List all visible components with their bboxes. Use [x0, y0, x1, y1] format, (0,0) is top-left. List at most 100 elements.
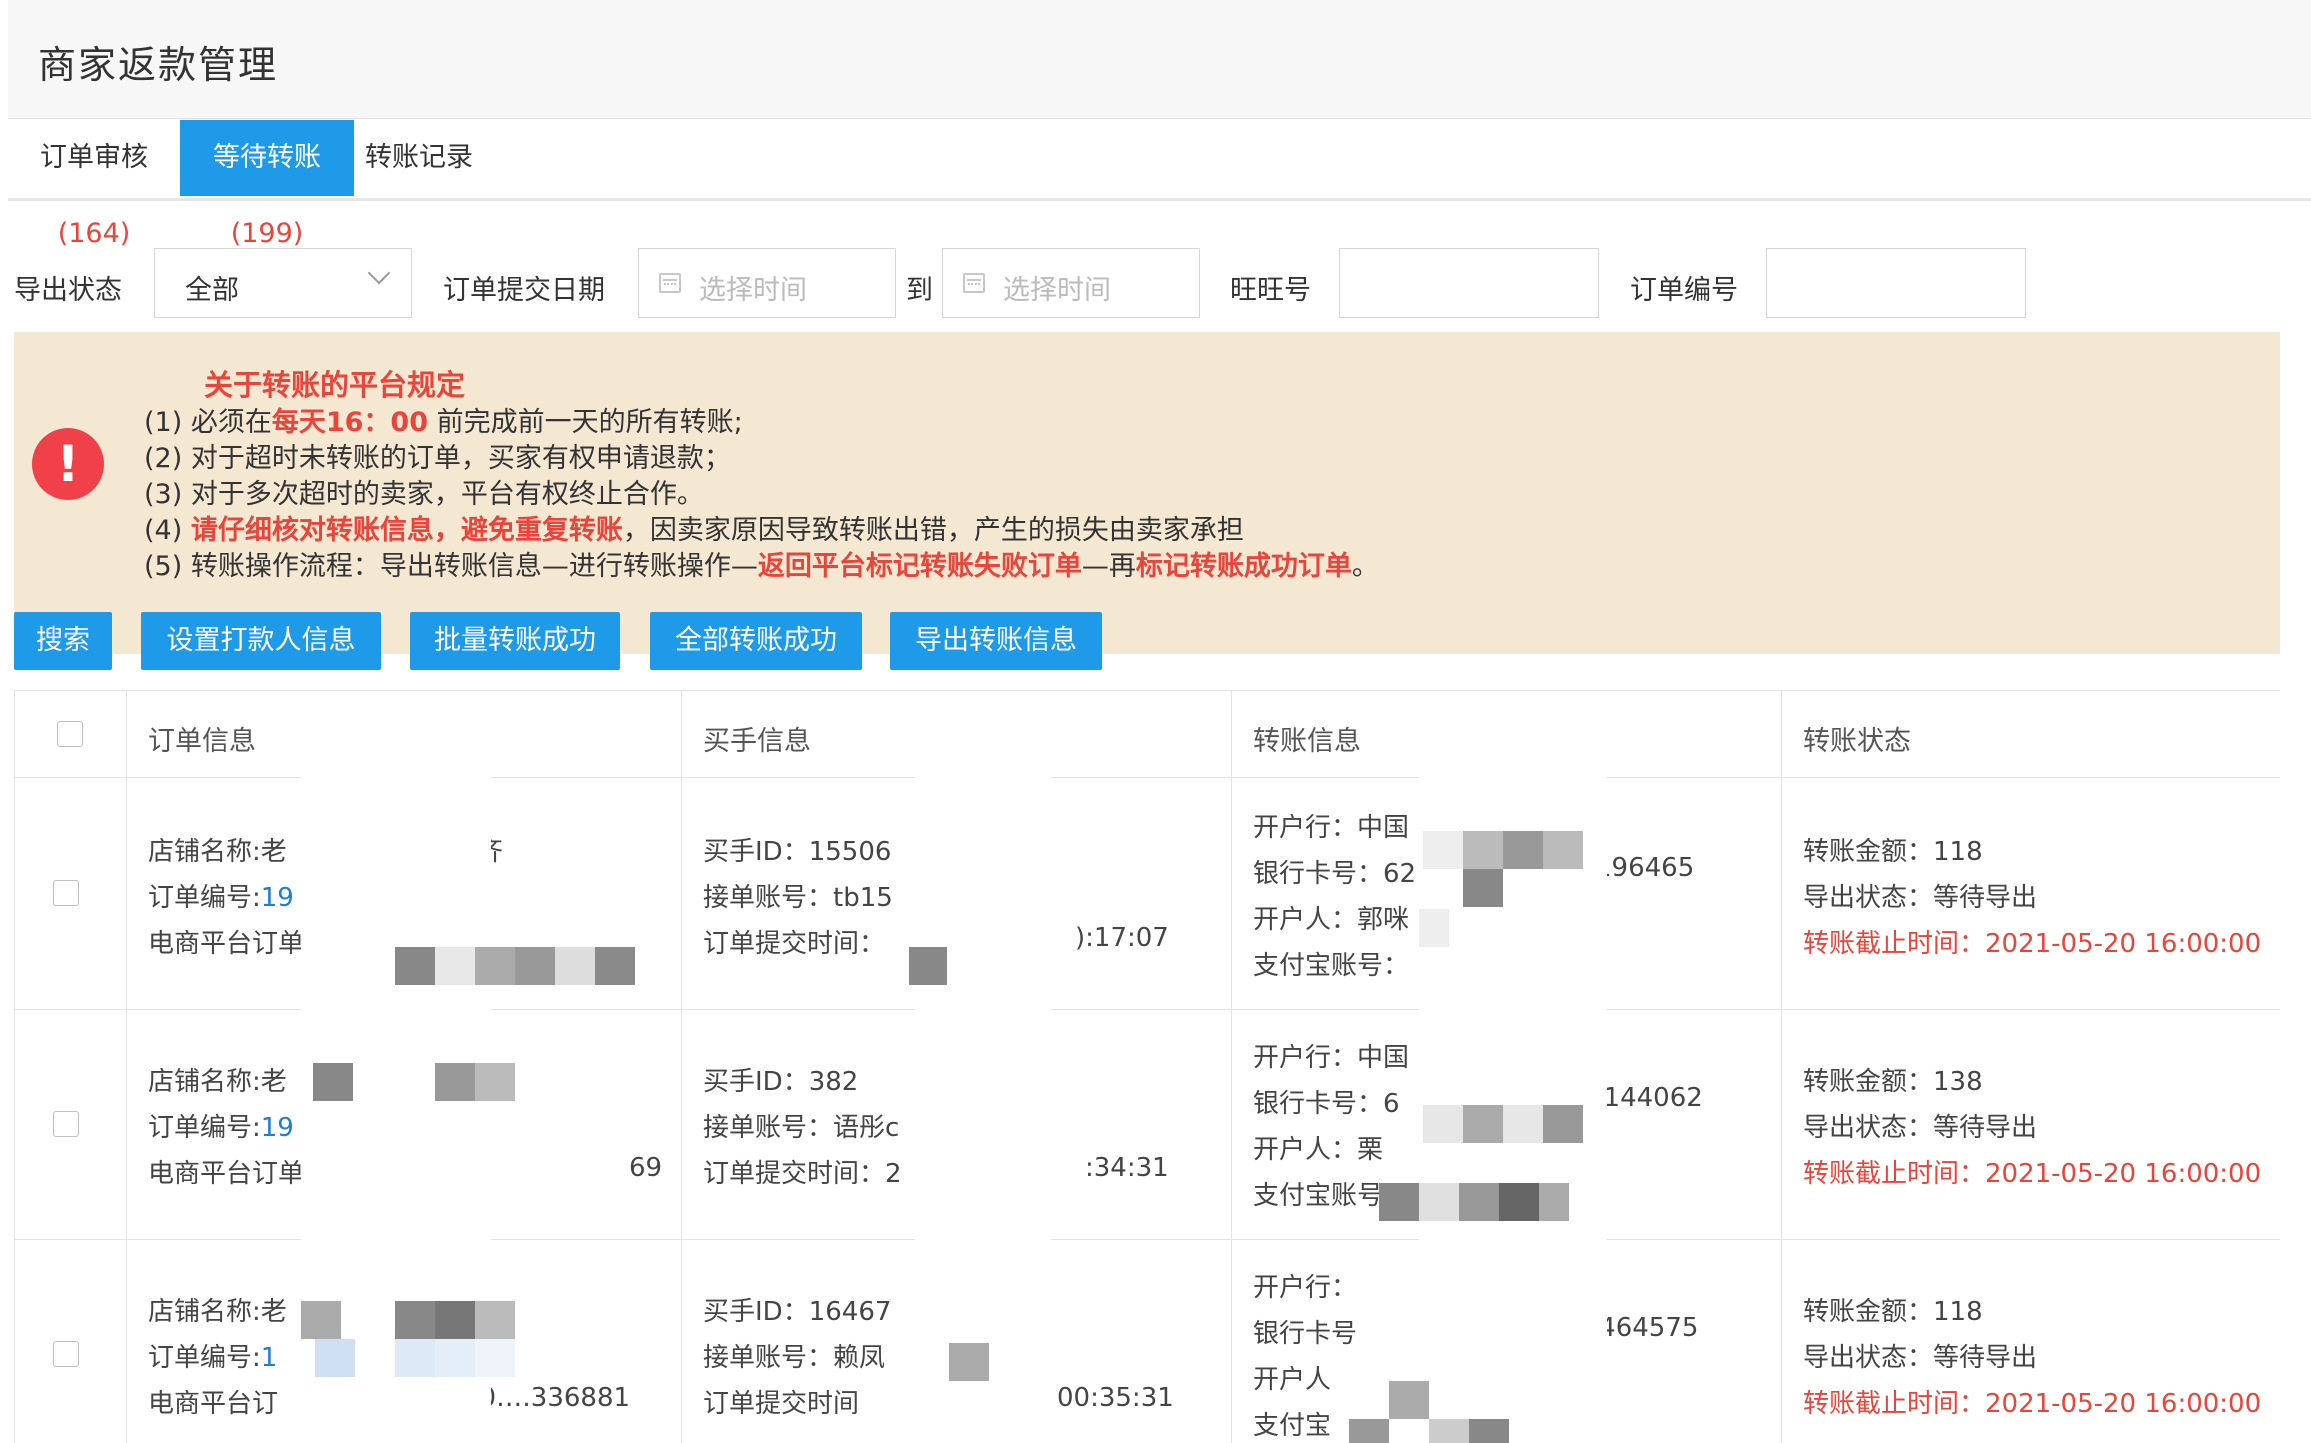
- set-payer-info-button[interactable]: 设置打款人信息: [141, 612, 381, 670]
- alipay-account: 支付宝账号：: [1253, 951, 1410, 981]
- submit-time: 订单提交时间：2: [703, 1159, 902, 1189]
- bank-name: 开户行：中国: [1253, 1043, 1410, 1073]
- submit-time: 订单提交时间: [703, 1389, 860, 1419]
- tab-label: 等待转账: [213, 142, 321, 173]
- pixel-block: [475, 1339, 515, 1377]
- pixel-block: [1429, 1419, 1469, 1443]
- transfer-deadline: 转账截止时间：2021-05-20 16:00:00: [1803, 929, 2262, 959]
- notice-rule-2: (2) 对于超时未转账的订单，买家有权申请退款；: [144, 443, 731, 474]
- pixel-block: [1349, 1419, 1389, 1443]
- notice-highlight: 每天16：00: [271, 407, 428, 438]
- order-no-link[interactable]: 1: [261, 1343, 278, 1373]
- pixel-block: [555, 947, 595, 985]
- pixel-block: [395, 1339, 435, 1377]
- shop-name: 店铺名称:老: [148, 1297, 287, 1327]
- pixel-block: [1423, 831, 1463, 869]
- pixel-block: [435, 1339, 475, 1377]
- pixel-block: [1459, 1183, 1499, 1221]
- notice-highlight: 返回平台标记转账失败订单: [757, 551, 1082, 582]
- header-transfer-status: 转账状态: [1803, 726, 1911, 757]
- all-transfer-success-button[interactable]: 全部转账成功: [650, 612, 862, 670]
- shop-name: 店铺名称:老: [148, 1067, 287, 1097]
- tab-transfer-records[interactable]: 转账记录: [354, 120, 484, 196]
- card-no: 银行卡号：6: [1253, 1089, 1400, 1119]
- select-all-checkbox[interactable]: [57, 721, 83, 747]
- header-buyer-info: 买手信息: [703, 726, 811, 757]
- pixel-block: [301, 1301, 341, 1339]
- exclamation-icon: !: [32, 428, 104, 500]
- submit-time-tail: ):17:07: [1075, 923, 1169, 953]
- calendar-icon: [659, 273, 681, 293]
- pixel-block: [1543, 1105, 1583, 1143]
- pixel-block: [1463, 831, 1503, 869]
- accept-account: 接单账号：tb15: [703, 883, 893, 913]
- pixel-block: [313, 1063, 353, 1101]
- chevron-down-icon: [367, 261, 391, 285]
- order-no-link[interactable]: 19: [261, 883, 294, 913]
- start-date-input[interactable]: 选择时间: [638, 248, 896, 318]
- start-date-placeholder: 选择时间: [699, 275, 807, 306]
- order-no-label: 订单编号: [1630, 275, 1738, 306]
- platform-order: 电商平台订: [148, 1389, 279, 1419]
- pixel-block: [1499, 1183, 1539, 1221]
- order-no-label: 订单编号:: [148, 1113, 261, 1143]
- row-checkbox[interactable]: [53, 1111, 79, 1137]
- pixel-block: [475, 947, 515, 985]
- row-checkbox[interactable]: [53, 880, 79, 906]
- transfer-amount: 转账金额：138: [1803, 1067, 1983, 1097]
- row-checkbox[interactable]: [53, 1341, 79, 1367]
- search-button[interactable]: 搜索: [14, 612, 112, 670]
- notice-text: 。: [1351, 551, 1379, 582]
- tab-awaiting-transfer[interactable]: 等待转账 (199): [180, 120, 354, 249]
- export-status: 导出状态：等待导出: [1803, 1113, 2038, 1143]
- order-no-input[interactable]: [1766, 248, 2026, 318]
- export-status-select[interactable]: 全部: [154, 248, 412, 318]
- batch-transfer-success-button[interactable]: 批量转账成功: [410, 612, 620, 670]
- pixel-block: [435, 947, 475, 985]
- notice-text: ，因卖家原因导致转账出错，产生的损失由卖家承担: [622, 515, 1244, 546]
- accept-account: 接单账号：语彤c: [703, 1113, 900, 1143]
- pending-transfer-table: 订单信息 买手信息 转账信息 转账状态 店铺名称:老 齐 订单编号:19 电商平…: [14, 690, 2280, 1443]
- end-date-placeholder: 选择时间: [1003, 275, 1111, 306]
- card-no-tail: 196465: [1595, 853, 1695, 883]
- pixel-block: [1469, 1419, 1509, 1443]
- platform-order-tail: 69: [629, 1153, 663, 1183]
- wangwang-input[interactable]: [1339, 248, 1599, 318]
- pixel-block: [435, 1301, 475, 1339]
- pixel-block: [475, 1301, 515, 1339]
- tab-count: (199): [230, 218, 304, 249]
- transfer-amount: 转账金额：118: [1803, 1297, 1983, 1327]
- notice-text: —再: [1081, 551, 1136, 582]
- account-holder: 开户人: [1253, 1365, 1332, 1395]
- export-transfer-info-button[interactable]: 导出转账信息: [890, 612, 1102, 670]
- buyer-id: 买手ID：16467: [703, 1297, 892, 1327]
- page-header: 商家返款管理: [8, 0, 2311, 119]
- card-no: 银行卡号：62: [1253, 859, 1417, 889]
- transfer-deadline: 转账截止时间：2021-05-20 16:00:00: [1803, 1159, 2262, 1189]
- pixel-block: [1463, 869, 1503, 907]
- notice-highlight: 请仔细核对转账信息，避免重复转账: [190, 515, 623, 546]
- pixel-block: [1419, 909, 1449, 947]
- transfer-rules-notice: ! 关于转账的平台规定 (1) 必须在每天16：00 前完成前一天的所有转账; …: [14, 332, 2280, 654]
- export-status-label: 导出状态: [14, 275, 122, 306]
- platform-order: 电商平台订单: [148, 929, 305, 959]
- tab-bar: 订单审核 (164) 等待转账 (199) 转账记录: [8, 118, 2311, 249]
- pixel-block: [1379, 1183, 1419, 1221]
- tab-count: (164): [57, 218, 131, 249]
- pixel-block: [1423, 1105, 1463, 1143]
- merchant-refund-page: 商家返款管理 订单审核(164) 等待转账(199) 转账记录 导出状态 全部 …: [0, 0, 2311, 1443]
- shop-name: 店铺名称:老: [148, 837, 287, 867]
- notice-text: 前完成前一天的所有转账;: [427, 407, 743, 438]
- order-no-link[interactable]: 19: [261, 1113, 294, 1143]
- submit-date-label: 订单提交日期: [443, 275, 605, 306]
- bank-name: 开户行：中国: [1253, 813, 1410, 843]
- end-date-input[interactable]: 选择时间: [942, 248, 1200, 318]
- pixel-block: [435, 1063, 475, 1101]
- tab-order-review[interactable]: 订单审核 (164): [8, 120, 180, 249]
- pixel-block: [515, 947, 555, 985]
- order-no-label: 订单编号:: [148, 1343, 261, 1373]
- account-holder: 开户人：栗: [1253, 1135, 1384, 1165]
- notice-title: 关于转账的平台规定: [204, 368, 466, 402]
- header-order-info: 订单信息: [148, 726, 256, 757]
- pixel-block: [595, 947, 635, 985]
